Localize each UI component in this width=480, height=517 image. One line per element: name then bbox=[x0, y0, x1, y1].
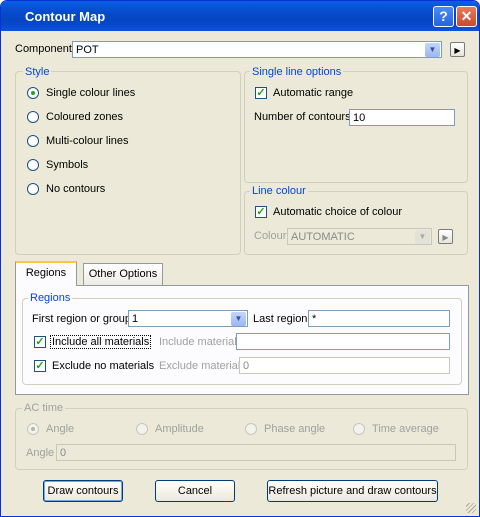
first-region-label: First region or group bbox=[32, 313, 132, 325]
last-region-input[interactable]: * bbox=[308, 310, 450, 327]
line-colour-group bbox=[244, 191, 468, 255]
include-material-input[interactable] bbox=[236, 333, 450, 350]
style-option-label: Coloured zones bbox=[46, 111, 124, 123]
ac-option-label: Amplitude bbox=[155, 423, 204, 435]
auto-colour-label: Automatic choice of colour bbox=[273, 206, 403, 218]
ac-time-group-title: AC time bbox=[22, 402, 66, 414]
style-option-label: Symbols bbox=[46, 159, 89, 171]
chevron-down-icon[interactable]: ▼ bbox=[231, 312, 246, 326]
resize-grip[interactable] bbox=[466, 503, 476, 513]
refresh-draw-button[interactable]: Refresh picture and draw contours bbox=[267, 480, 438, 502]
ac-radio-amplitude[interactable] bbox=[136, 423, 148, 435]
exclude-no-materials-checkbox[interactable]: ✓ bbox=[34, 360, 46, 372]
tab-regions[interactable]: Regions bbox=[15, 261, 77, 286]
colour-combo[interactable]: AUTOMATIC ▼ bbox=[287, 228, 432, 245]
component-value: POT bbox=[76, 44, 99, 56]
colour-value: AUTOMATIC bbox=[291, 231, 355, 243]
style-radio-symbols[interactable] bbox=[27, 159, 39, 171]
style-option-label: Single colour lines bbox=[46, 87, 136, 99]
draw-contours-button[interactable]: Draw contours bbox=[43, 480, 123, 502]
ac-radio-angle[interactable] bbox=[27, 423, 39, 435]
include-material-label: Include material bbox=[159, 336, 237, 348]
triangle-right-icon[interactable]: ▶ bbox=[438, 229, 453, 244]
help-button[interactable]: ? bbox=[433, 6, 454, 27]
triangle-right-icon[interactable]: ▶ bbox=[450, 42, 465, 57]
style-option-label: Multi-colour lines bbox=[46, 135, 129, 147]
auto-colour-checkbox[interactable]: ✓ bbox=[255, 206, 267, 218]
ac-radio-phase-angle[interactable] bbox=[245, 423, 257, 435]
style-group-title: Style bbox=[23, 66, 52, 78]
contour-map-dialog: Contour Map ? ✕ Component POT ▼ ▶ Style … bbox=[0, 0, 480, 517]
num-contours-value: 10 bbox=[353, 112, 366, 124]
window-title: Contour Map bbox=[25, 9, 106, 24]
first-region-value: 1 bbox=[132, 313, 139, 325]
angle-value: 0 bbox=[60, 447, 67, 459]
exclude-no-materials-label: Exclude no materials bbox=[52, 360, 155, 372]
component-combo[interactable]: POT ▼ bbox=[72, 41, 442, 58]
angle-label: Angle bbox=[26, 447, 55, 459]
style-radio-multi-colour[interactable] bbox=[27, 135, 39, 147]
num-contours-label: Number of contours bbox=[254, 111, 351, 123]
last-region-label: Last region bbox=[253, 313, 308, 325]
ac-option-label: Angle bbox=[46, 423, 75, 435]
title-bar: Contour Map ? ✕ bbox=[1, 1, 479, 31]
component-label: Component bbox=[15, 43, 72, 55]
automatic-range-checkbox[interactable]: ✓ bbox=[255, 87, 267, 99]
single-line-group-title: Single line options bbox=[250, 66, 344, 78]
style-radio-coloured-zones[interactable] bbox=[27, 111, 39, 123]
tab-other-options[interactable]: Other Options bbox=[83, 263, 163, 285]
exclude-material-value: 0 bbox=[243, 360, 250, 372]
line-colour-group-title: Line colour bbox=[250, 185, 308, 197]
chevron-down-icon[interactable]: ▼ bbox=[425, 43, 440, 57]
style-radio-no-contours[interactable] bbox=[27, 183, 39, 195]
automatic-range-label: Automatic range bbox=[273, 87, 354, 99]
close-button[interactable]: ✕ bbox=[456, 6, 477, 27]
ac-option-label: Time average bbox=[372, 423, 439, 435]
ac-radio-time-average[interactable] bbox=[353, 423, 365, 435]
regions-group-title: Regions bbox=[28, 292, 73, 304]
style-radio-single-colour[interactable] bbox=[27, 87, 39, 99]
last-region-value: * bbox=[312, 313, 317, 325]
include-all-materials-checkbox[interactable]: ✓ bbox=[34, 336, 46, 348]
angle-input[interactable]: 0 bbox=[56, 444, 456, 461]
exclude-material-label: Exclude material bbox=[159, 360, 241, 372]
include-all-materials-label: Include all materials bbox=[50, 335, 152, 349]
num-contours-input[interactable]: 10 bbox=[349, 109, 455, 126]
cancel-button[interactable]: Cancel bbox=[155, 480, 235, 502]
chevron-down-icon[interactable]: ▼ bbox=[415, 230, 430, 244]
colour-label: Colour bbox=[254, 230, 287, 242]
radio-selected-dot bbox=[31, 427, 35, 431]
first-region-combo[interactable]: 1 ▼ bbox=[128, 310, 248, 327]
ac-option-label: Phase angle bbox=[264, 423, 326, 435]
radio-selected-dot bbox=[31, 91, 35, 95]
style-option-label: No contours bbox=[46, 183, 106, 195]
exclude-material-input[interactable]: 0 bbox=[239, 357, 450, 374]
